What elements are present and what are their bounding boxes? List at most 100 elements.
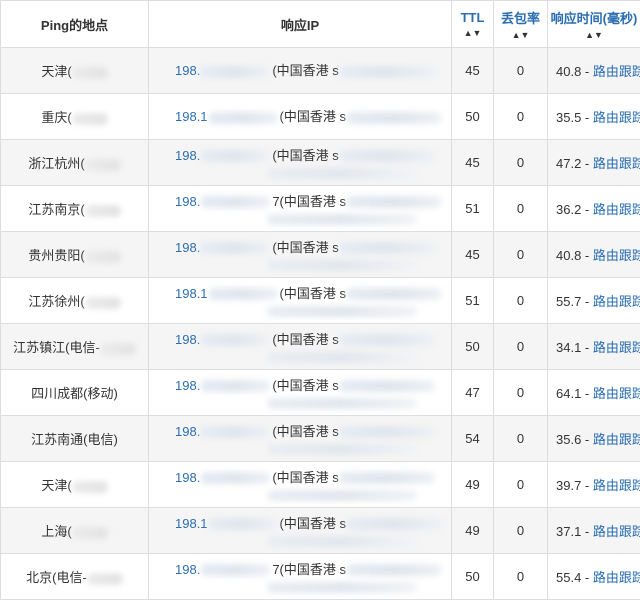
redacted-location [72, 527, 108, 539]
ip-link[interactable]: 198. [175, 194, 200, 209]
redacted-hostname [346, 518, 442, 530]
route-trace-link[interactable]: 路由跟踪 [593, 156, 640, 171]
response-time: 36.2 [556, 202, 581, 217]
ip-region: (中国香港 s [272, 378, 338, 393]
route-trace-link[interactable]: 路由跟踪 [593, 570, 640, 585]
route-trace-link[interactable]: 路由跟踪 [593, 432, 640, 447]
redacted-location [87, 573, 123, 585]
redacted-hostname [346, 196, 442, 208]
ip-region: (中国香港 s [272, 63, 338, 78]
ip-line: 198.1(中国香港 s [175, 515, 451, 532]
column-header-loss[interactable]: 丢包率 ▲▼ [494, 1, 548, 48]
redacted-hostname-line [267, 398, 417, 409]
table-row: 贵州贵阳( 198.(中国香港 s 45 0 40.8 - 路由跟踪 [1, 232, 640, 278]
redacted-hostname [339, 150, 435, 162]
response-time: 35.6 [556, 432, 581, 447]
time-cell: 55.4 - 路由跟踪 [548, 554, 640, 600]
location-cell: 天津( [1, 48, 149, 94]
ip-link[interactable]: 198. [175, 378, 200, 393]
ip-link[interactable]: 198. [175, 332, 200, 347]
ip-link[interactable]: 198. [175, 240, 200, 255]
sort-icon[interactable]: ▲▼ [494, 30, 547, 40]
column-header-ttl[interactable]: TTL ▲▼ [452, 1, 494, 48]
redacted-hostname-line [267, 352, 417, 363]
route-trace-link[interactable]: 路由跟踪 [593, 110, 640, 125]
loss-cell: 0 [494, 462, 548, 508]
response-time: 40.8 [556, 64, 581, 79]
route-trace-link[interactable]: 路由跟踪 [593, 202, 640, 217]
response-time: 37.1 [556, 524, 581, 539]
ip-link[interactable]: 198.1 [175, 516, 208, 531]
route-trace-link[interactable]: 路由跟踪 [593, 294, 640, 309]
location-text: 上海( [41, 524, 71, 539]
time-cell: 64.1 - 路由跟踪 [548, 370, 640, 416]
route-trace-link[interactable]: 路由跟踪 [593, 478, 640, 493]
ip-line: 198. (中国香港 s [175, 377, 451, 394]
ip-link[interactable]: 198.1 [175, 286, 208, 301]
ip-link[interactable]: 198. [175, 424, 200, 439]
ip-link[interactable]: 198. [175, 470, 200, 485]
redacted-hostname-line [267, 260, 417, 271]
response-time: 55.4 [556, 570, 581, 585]
location-cell: 江苏镇江(电信- [1, 324, 149, 370]
redacted-ip [200, 380, 270, 392]
ip-cell: 198.(中国香港 s [149, 462, 452, 508]
location-text: 重庆( [41, 110, 71, 125]
ip-region: 7(中国香港 s [272, 562, 346, 577]
redacted-location [72, 113, 108, 125]
ip-link[interactable]: 198.1 [175, 109, 208, 124]
ip-cell: 198. 7(中国香港 s [149, 554, 452, 600]
location-text: 江苏南京( [28, 202, 84, 217]
route-trace-link[interactable]: 路由跟踪 [593, 248, 640, 263]
ip-cell: 198. (中国香港 s [149, 48, 452, 94]
location-cell: 浙江杭州( [1, 140, 149, 186]
location-cell: 贵州贵阳( [1, 232, 149, 278]
table-row: 天津( 198.(中国香港 s 45 0 40.8 - 路由跟踪 [1, 48, 640, 94]
redacted-ip [200, 564, 270, 576]
route-trace-link[interactable]: 路由跟踪 [593, 524, 640, 539]
ping-results-table: Ping的地点 响应IP TTL ▲▼ 丢包率 ▲▼ 响应时间(毫秒) ▲▼ 天… [0, 0, 640, 600]
redacted-hostname-line [267, 214, 417, 225]
redacted-hostname [339, 380, 435, 392]
ip-line: 198.(中国香港 s [175, 239, 451, 256]
location-cell: 重庆( [1, 94, 149, 140]
response-time: 35.5 [556, 110, 581, 125]
location-text: 天津( [41, 478, 71, 493]
time-cell: 39.7 - 路由跟踪 [548, 462, 640, 508]
redacted-ip [200, 426, 270, 438]
route-trace-link[interactable]: 路由跟踪 [593, 64, 640, 79]
sort-icon[interactable]: ▲▼ [548, 30, 640, 40]
sort-icon[interactable]: ▲▼ [452, 28, 493, 38]
redacted-hostname-line [267, 306, 417, 317]
location-text: 天津( [41, 64, 71, 79]
ip-link[interactable]: 198. [175, 63, 200, 78]
ttl-cell: 45 [452, 48, 494, 94]
table-row: 江苏徐州( 198.1(中国香港 s 51 0 55.7 - 路由跟踪 [1, 278, 640, 324]
table-row: 江苏镇江(电信- 198.(中国香港 s 50 0 34.1 - 路由跟踪 [1, 324, 640, 370]
table-body: 天津( 198.(中国香港 s 45 0 40.8 - 路由跟踪 重庆( 198… [1, 48, 640, 600]
location-cell: 四川成都(移动) [1, 370, 149, 416]
redacted-ip [200, 150, 270, 162]
column-header-time-label: 响应时间(毫秒) [551, 11, 638, 26]
route-trace-link[interactable]: 路由跟踪 [593, 340, 640, 355]
loss-cell: 0 [494, 48, 548, 94]
column-header-time[interactable]: 响应时间(毫秒) ▲▼ [548, 1, 640, 48]
route-trace-link[interactable]: 路由跟踪 [593, 386, 640, 401]
loss-cell: 0 [494, 232, 548, 278]
ip-link[interactable]: 198. [175, 562, 200, 577]
location-cell: 江苏南京( [1, 186, 149, 232]
column-header-loss-label: 丢包率 [501, 11, 540, 26]
ip-region: 7(中国香港 s [272, 194, 346, 209]
ttl-cell: 50 [452, 94, 494, 140]
ip-cell: 198.(中国香港 s [149, 232, 452, 278]
table-row: 天津( 198.(中国香港 s 49 0 39.7 - 路由跟踪 [1, 462, 640, 508]
location-cell: 天津( [1, 462, 149, 508]
ttl-cell: 49 [452, 508, 494, 554]
ip-link[interactable]: 198. [175, 148, 200, 163]
location-cell: 上海( [1, 508, 149, 554]
ip-line: 198.(中国香港 s [175, 469, 451, 486]
redacted-hostname [339, 242, 435, 254]
time-cell: 47.2 - 路由跟踪 [548, 140, 640, 186]
redacted-hostname-line [267, 490, 417, 501]
ip-line: 198.1(中国香港 s [175, 108, 451, 125]
